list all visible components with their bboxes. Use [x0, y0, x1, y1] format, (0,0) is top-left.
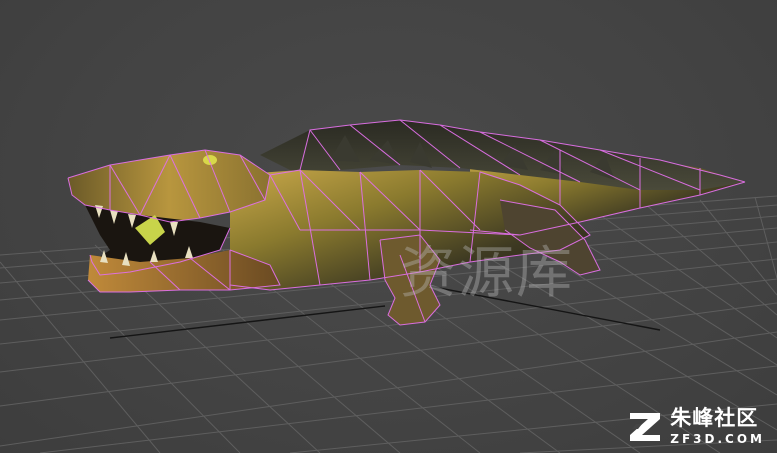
zf-logo-icon [630, 412, 661, 441]
logo-name-en: ZF3D.COM [670, 432, 765, 446]
site-logo: 朱峰社区 ZF3D.COM [626, 408, 765, 445]
logo-name-cn: 朱峰社区 [670, 406, 759, 430]
watermark-text: 资源库 [400, 241, 574, 306]
viewport-scene[interactable] [0, 0, 777, 453]
3d-viewport[interactable]: 资源库 朱峰社区 ZF3D.COM [0, 0, 777, 453]
